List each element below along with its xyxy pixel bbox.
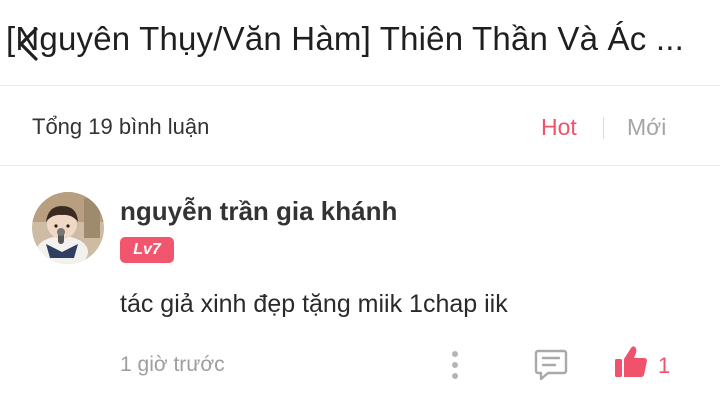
level-badge: Lv7: [120, 237, 174, 263]
header-bar: [Nguyên Thụy/Văn Hàm] Thiên Thần Và Ác .…: [0, 0, 720, 86]
like-count: 1: [658, 353, 671, 378]
comment-time: 1 giờ trước: [120, 353, 225, 376]
sort-new-tab[interactable]: Mới: [627, 114, 666, 141]
avatar[interactable]: [32, 192, 104, 264]
chevron-left-icon[interactable]: [14, 26, 44, 62]
sort-hot-tab[interactable]: Hot: [541, 114, 577, 141]
comment-item: nguyễn trần gia khánh Lv7 tác giả xinh đ…: [0, 166, 720, 411]
comment-count-label: Tổng 19 bình luận: [32, 114, 210, 139]
comment-summary-bar: Tổng 19 bình luận Hot Mới: [0, 86, 720, 166]
more-vertical-icon[interactable]: [444, 348, 466, 382]
comment-text: tác giả xinh đẹp tặng miik 1chap iik: [120, 290, 508, 318]
sort-divider: [603, 117, 604, 139]
username[interactable]: nguyễn trần gia khánh: [120, 196, 397, 227]
thumbs-up-icon[interactable]: [613, 344, 649, 380]
page-title: [Nguyên Thụy/Văn Hàm] Thiên Thần Và Ác .…: [6, 20, 684, 57]
reply-icon[interactable]: [533, 346, 569, 382]
